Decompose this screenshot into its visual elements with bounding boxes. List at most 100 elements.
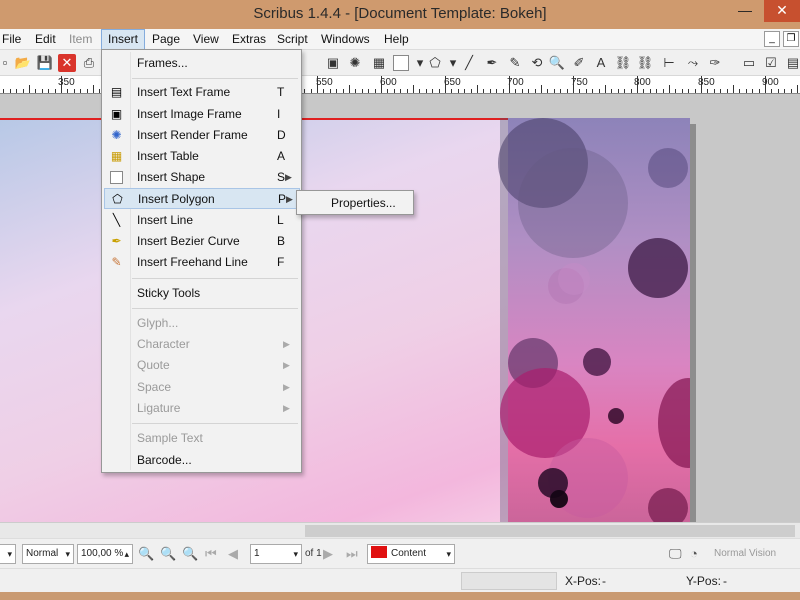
ruler-tick xyxy=(791,89,792,93)
menu-item-insert-render-frame[interactable]: ✺ Insert Render Frame D xyxy=(104,125,299,146)
print-icon[interactable]: ⎙ xyxy=(80,54,98,72)
edit-text-icon[interactable]: A xyxy=(592,54,610,72)
menu-script[interactable]: Script xyxy=(271,29,314,50)
new-document-icon[interactable]: ▫ xyxy=(0,54,14,72)
line-icon: ╲ xyxy=(112,213,121,227)
edit-contents-icon[interactable]: ✐ xyxy=(570,54,588,72)
menu-extras[interactable]: Extras xyxy=(226,29,272,50)
doc-minimize-icon[interactable]: _ xyxy=(764,31,780,47)
menu-item-insert-freehand-line[interactable]: ✎ Insert Freehand Line F xyxy=(104,252,299,273)
zoom-in-icon[interactable]: 🔍 xyxy=(182,546,198,562)
menu-item-insert-table[interactable]: ▦ Insert Table A xyxy=(104,146,299,167)
menu-item-space[interactable]: Space ▶ xyxy=(104,377,299,398)
menu-item-sample-text[interactable]: Sample Text xyxy=(104,428,299,449)
menu-item-character[interactable]: Character ▶ xyxy=(104,334,299,355)
menu-item-quote[interactable]: Quote ▶ xyxy=(104,355,299,376)
rotate-icon[interactable]: ⟲ xyxy=(528,54,546,72)
link-frames-icon[interactable]: ⛓ xyxy=(614,54,632,72)
menu-item-ligature[interactable]: Ligature ▶ xyxy=(104,398,299,419)
last-page-icon[interactable]: ⏭ xyxy=(346,546,358,562)
unit-select[interactable]: ▾ xyxy=(0,544,16,564)
xpos-value: - xyxy=(602,574,606,588)
menu-item-label: Space xyxy=(137,380,172,394)
menu-view[interactable]: View xyxy=(187,29,225,50)
submenu-item-properties[interactable]: Properties... xyxy=(331,196,396,210)
image-frame-icon: ▣ xyxy=(110,107,123,121)
layer-select[interactable]: Content ▾ xyxy=(367,544,455,564)
ruler-tick xyxy=(631,89,632,93)
zoom-input[interactable]: 100,00 % ▴ xyxy=(77,544,133,564)
shape-icon[interactable] xyxy=(393,55,409,71)
bokeh-circle xyxy=(648,488,688,522)
menu-item-frames[interactable]: Frames... xyxy=(104,53,299,74)
zoom-100-icon[interactable]: 🔍 xyxy=(160,546,176,562)
window-title: Scribus 1.4.4 - [Document Template: Boke… xyxy=(253,5,547,22)
zoom-out-icon[interactable]: 🔍 xyxy=(138,546,154,562)
bezier-icon[interactable]: ✒ xyxy=(483,54,501,72)
close-document-icon[interactable]: ✕ xyxy=(58,54,76,72)
line-icon[interactable]: ╱ xyxy=(460,54,478,72)
ruler-tick xyxy=(16,89,17,93)
menu-windows[interactable]: Windows xyxy=(315,29,376,50)
freehand-icon[interactable]: ✎ xyxy=(506,54,524,72)
render-frame-icon[interactable]: ✺ xyxy=(346,54,364,72)
menu-item-insert-line[interactable]: ╲ Insert Line L xyxy=(104,210,299,231)
doc-restore-icon[interactable]: ❐ xyxy=(783,31,799,47)
menu-item-glyph[interactable]: Glyph... xyxy=(104,313,299,334)
bezier-icon: ✒ xyxy=(111,234,122,248)
menu-item-sticky-tools[interactable]: Sticky Tools xyxy=(104,283,299,304)
monitor-icon[interactable]: 🖵 xyxy=(669,546,682,562)
first-page-icon[interactable]: ⏮ xyxy=(205,546,217,562)
menu-item-insert-polygon[interactable]: ⬠ Insert Polygon P ▶ xyxy=(104,188,300,209)
menu-item[interactable]: Item xyxy=(63,29,98,50)
menu-item-barcode[interactable]: Barcode... xyxy=(104,450,299,471)
submenu-arrow-icon: ▶ xyxy=(285,172,292,182)
table-icon[interactable]: ▦ xyxy=(370,54,388,72)
menu-item-insert-text-frame[interactable]: ▤ Insert Text Frame T xyxy=(104,82,299,103)
eyedropper-icon[interactable]: ✑ xyxy=(706,54,724,72)
layer-name: Content xyxy=(391,548,427,559)
ruler-tick xyxy=(413,85,414,93)
menu-page[interactable]: Page xyxy=(146,29,186,50)
menu-item-label: Ligature xyxy=(137,401,181,415)
minimize-button[interactable]: — xyxy=(738,2,752,18)
horizontal-scrollbar[interactable] xyxy=(0,522,800,538)
menu-help[interactable]: Help xyxy=(378,29,415,50)
menu-insert[interactable]: Insert xyxy=(101,29,146,50)
ruler-label: 600 xyxy=(380,77,397,88)
preview-mode-select[interactable]: Normal ▾ xyxy=(22,544,74,564)
ruler-tick xyxy=(522,89,523,93)
menu-item-insert-shape[interactable]: Insert Shape S ▶ xyxy=(104,167,299,188)
save-icon[interactable]: 💾 xyxy=(36,54,54,72)
menu-item-insert-image-frame[interactable]: ▣ Insert Image Frame I xyxy=(104,104,299,125)
submenu-arrow-icon: ▶ xyxy=(283,382,290,392)
zoom-icon[interactable]: 🔍 xyxy=(548,54,566,72)
vision-mode-label[interactable]: Normal Vision xyxy=(714,548,776,559)
unlink-frames-icon[interactable]: ⛓ xyxy=(636,54,654,72)
menu-item-label: Frames... xyxy=(137,56,188,70)
scrollbar-thumb[interactable] xyxy=(305,525,795,537)
copy-properties-icon[interactable]: ⤳ xyxy=(684,54,702,72)
open-icon[interactable]: 📂 xyxy=(14,54,32,72)
page-number-select[interactable]: 1 ▾ xyxy=(250,544,302,564)
ruler-tick xyxy=(592,89,593,93)
ruler-tick xyxy=(746,89,747,93)
color-management-icon[interactable]: ◔ xyxy=(690,546,698,561)
bokeh-image-frame[interactable] xyxy=(498,118,690,522)
layer-color-swatch xyxy=(371,546,387,559)
pdf-combobox-icon[interactable]: ▤ xyxy=(784,54,800,72)
measure-icon[interactable]: ⊢ xyxy=(660,54,678,72)
image-frame-icon[interactable]: ▣ xyxy=(324,54,342,72)
xpos-label: X-Pos: xyxy=(565,574,602,588)
pdf-pushbutton-icon[interactable]: ▭ xyxy=(740,54,758,72)
pdf-checkbox-icon[interactable]: ☑ xyxy=(762,54,780,72)
polygon-icon[interactable]: ⬠ xyxy=(426,54,444,72)
close-button[interactable]: ✕ xyxy=(764,0,800,22)
ruler-tick xyxy=(471,89,472,93)
next-page-icon[interactable]: ▶ xyxy=(323,546,333,562)
ruler-tick xyxy=(503,89,504,93)
menu-file[interactable]: File xyxy=(0,29,27,50)
previous-page-icon[interactable]: ◀ xyxy=(228,546,238,562)
menu-edit[interactable]: Edit xyxy=(29,29,62,50)
menu-item-insert-bezier-curve[interactable]: ✒ Insert Bezier Curve B xyxy=(104,231,299,252)
